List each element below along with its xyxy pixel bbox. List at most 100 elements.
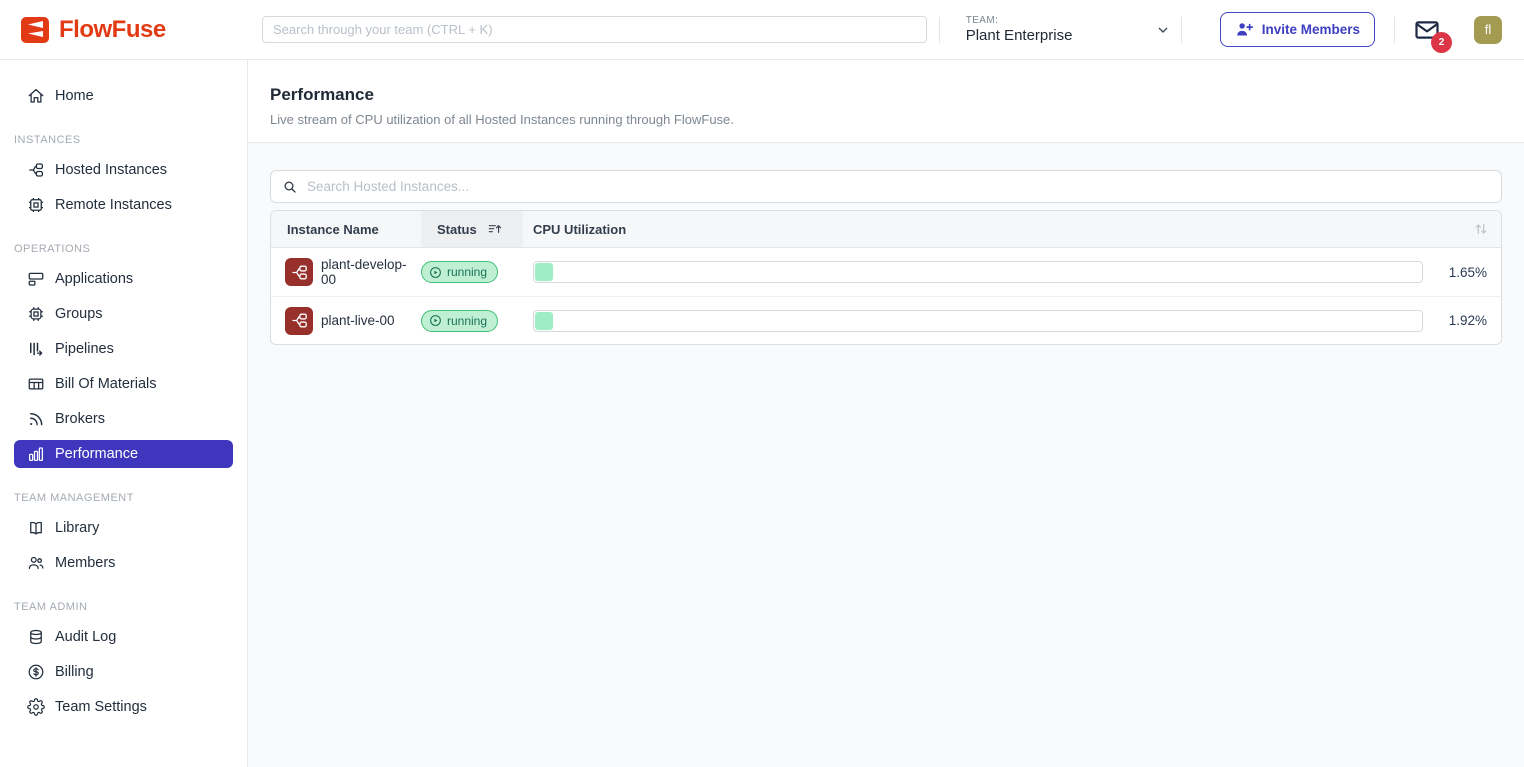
instance-name: plant-develop-00 — [321, 257, 421, 287]
cpu-utilization-bar — [533, 261, 1423, 283]
notifications-button[interactable]: 2 — [1410, 13, 1444, 47]
sidebar-item-brokers[interactable]: Brokers — [14, 405, 233, 433]
sidebar-item-library[interactable]: Library — [14, 514, 233, 542]
sidebar-section-team-management: TEAM MANAGEMENT — [0, 492, 247, 504]
node-red-icon — [285, 307, 313, 335]
cpu-utilization-fill — [535, 263, 553, 281]
flowfuse-logo-text: FlowFuse — [59, 16, 166, 44]
instance-name: plant-live-00 — [321, 313, 395, 328]
database-icon — [27, 628, 45, 646]
sidebar-item-label: Home — [55, 88, 94, 104]
sidebar-item-label: Audit Log — [55, 629, 116, 645]
cpu-bar-cell — [523, 261, 1433, 283]
arrows-up-down-icon — [1473, 221, 1489, 237]
sidebar-item-applications[interactable]: Applications — [14, 265, 233, 293]
sidebar-section-operations: OPERATIONS — [0, 243, 247, 255]
home-icon — [27, 87, 45, 105]
sidebar-section-instances: INSTANCES — [0, 134, 247, 146]
sidebar-item-label: Billing — [55, 664, 94, 680]
page-header: Performance Live stream of CPU utilizati… — [248, 60, 1524, 143]
cpu-percent-value: 1.65% — [1433, 265, 1501, 280]
instance-name-cell: plant-live-00 — [271, 307, 421, 335]
column-header-cpu-utilization[interactable]: CPU Utilization — [523, 211, 1433, 247]
column-header-value-sort[interactable] — [1433, 211, 1501, 247]
sidebar-item-hosted-instances[interactable]: Hosted Instances — [14, 156, 233, 184]
sidebar-item-label: Performance — [55, 446, 138, 462]
sidebar-item-remote-instances[interactable]: Remote Instances — [14, 191, 233, 219]
node-red-icon — [285, 258, 313, 286]
status-label: running — [447, 265, 487, 279]
instance-name-cell: plant-develop-00 — [271, 257, 421, 287]
sidebar-item-label: Bill Of Materials — [55, 376, 157, 392]
sidebar-item-label: Remote Instances — [55, 197, 172, 213]
sidebar-item-label: Team Settings — [55, 699, 147, 715]
performance-panel: Instance Name Status CPU Utilization — [248, 143, 1524, 767]
table-row[interactable]: plant-live-00 running — [271, 296, 1501, 344]
status-cell: running — [421, 261, 523, 283]
sidebar-item-label: Hosted Instances — [55, 162, 167, 178]
team-selector[interactable]: TEAM: Plant Enterprise — [966, 15, 1171, 44]
table-row[interactable]: plant-develop-00 running — [271, 248, 1501, 296]
page-title: Performance — [270, 85, 1502, 105]
sidebar-item-pipelines[interactable]: Pipelines — [14, 335, 233, 363]
divider — [1394, 17, 1395, 43]
instance-search-box[interactable] — [270, 170, 1502, 203]
sidebar-item-audit-log[interactable]: Audit Log — [14, 623, 233, 651]
sidebar-item-members[interactable]: Members — [14, 549, 233, 577]
status-badge: running — [421, 310, 498, 332]
status-cell: running — [421, 310, 523, 332]
sidebar-item-billing[interactable]: Billing — [14, 658, 233, 686]
pipelines-icon — [27, 340, 45, 358]
instance-search-input[interactable] — [307, 179, 1490, 194]
team-search-input[interactable] — [262, 16, 927, 43]
sidebar-item-performance[interactable]: Performance — [14, 440, 233, 468]
node-red-icon — [27, 161, 45, 179]
sidebar-item-label: Pipelines — [55, 341, 114, 357]
cpu-utilization-fill — [535, 312, 553, 330]
flowfuse-logo-icon — [20, 15, 50, 45]
table-header-row: Instance Name Status CPU Utilization — [271, 211, 1501, 248]
invite-members-button[interactable]: Invite Members — [1220, 12, 1375, 47]
main-content: Performance Live stream of CPU utilizati… — [248, 60, 1524, 767]
avatar[interactable]: fl — [1474, 16, 1502, 44]
chevron-down-icon — [1155, 22, 1171, 38]
users-icon — [27, 554, 45, 572]
top-bar: FlowFuse TEAM: Plant Enterprise Invite M… — [0, 0, 1524, 60]
status-badge: running — [421, 261, 498, 283]
sidebar-item-groups[interactable]: Groups — [14, 300, 233, 328]
divider — [939, 17, 940, 43]
cpu-percent-value: 1.92% — [1433, 313, 1501, 328]
bars-arrow-up-icon — [487, 221, 503, 237]
invite-members-label: Invite Members — [1262, 22, 1360, 37]
column-header-instance-name[interactable]: Instance Name — [271, 211, 421, 247]
cpu-utilization-bar — [533, 310, 1423, 332]
cpu-bar-cell — [523, 310, 1433, 332]
instances-table: Instance Name Status CPU Utilization — [270, 210, 1502, 345]
notification-badge: 2 — [1431, 32, 1452, 53]
sidebar-item-bill-of-materials[interactable]: Bill Of Materials — [14, 370, 233, 398]
sidebar-item-label: Applications — [55, 271, 133, 287]
sidebar-item-team-settings[interactable]: Team Settings — [14, 693, 233, 721]
sidebar-section-team-admin: TEAM ADMIN — [0, 601, 247, 613]
sidebar-item-label: Brokers — [55, 411, 105, 427]
book-open-icon — [27, 519, 45, 537]
currency-dollar-icon — [27, 663, 45, 681]
sidebar: Home INSTANCES Hosted Instances Remote I… — [0, 60, 248, 767]
table-cells-icon — [27, 375, 45, 393]
search-icon — [282, 179, 298, 195]
chart-bar-icon — [27, 445, 45, 463]
rss-icon — [27, 410, 45, 428]
cpu-chip-icon — [27, 196, 45, 214]
rectangle-group-icon — [27, 270, 45, 288]
column-header-status-label: Status — [437, 222, 477, 237]
flowfuse-logo[interactable]: FlowFuse — [0, 15, 248, 45]
column-header-status[interactable]: Status — [421, 211, 523, 247]
sidebar-item-label: Members — [55, 555, 115, 571]
team-label: TEAM: — [966, 15, 1073, 26]
page-subtitle: Live stream of CPU utilization of all Ho… — [270, 112, 1502, 127]
play-circle-icon — [429, 266, 442, 279]
sidebar-item-label: Library — [55, 520, 99, 536]
chip-group-icon — [27, 305, 45, 323]
divider — [1181, 17, 1182, 43]
sidebar-item-home[interactable]: Home — [14, 82, 233, 110]
